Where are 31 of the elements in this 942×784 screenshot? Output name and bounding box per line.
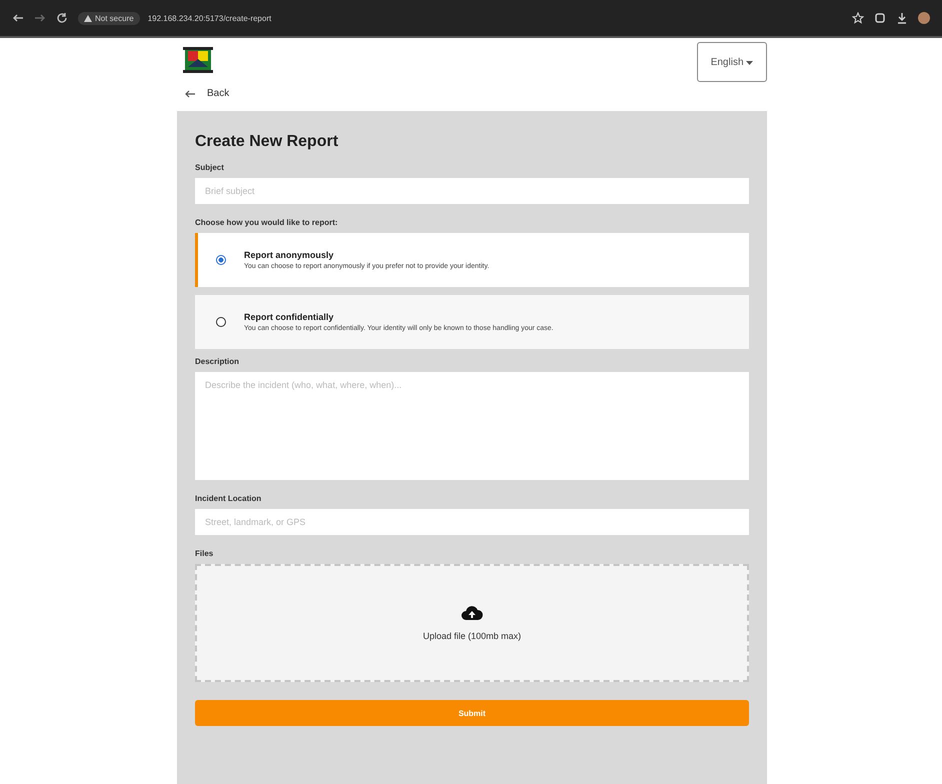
star-icon[interactable] xyxy=(852,12,864,24)
profile-avatar[interactable] xyxy=(918,12,930,24)
description-field[interactable]: Describe the incident (who, what, where, when)... xyxy=(195,372,749,480)
form-title: Create New Report xyxy=(195,133,340,151)
option-title: Report anonymously xyxy=(244,250,335,260)
url-text: 192.168.234.20:5173/create-report xyxy=(148,14,272,22)
address-bar[interactable]: Not secure 192.168.234.20:5173/create-report xyxy=(78,12,272,24)
field-label: Incident Location xyxy=(195,494,262,503)
reload-icon[interactable] xyxy=(56,12,68,24)
forward-arrow-icon[interactable] xyxy=(34,12,46,24)
upload-cloud-icon xyxy=(461,605,483,621)
radio-button[interactable] xyxy=(216,255,226,265)
field-label: Description xyxy=(195,357,240,366)
logo-icon xyxy=(183,45,213,75)
extension-icon[interactable] xyxy=(874,12,886,24)
option-title: Report confidentially xyxy=(244,312,335,322)
location-field[interactable]: Street, landmark, or GPS xyxy=(195,509,749,535)
field-label: Subject xyxy=(195,163,225,172)
field-label: Files xyxy=(195,549,214,558)
subject-field[interactable]: Brief subject xyxy=(195,178,749,204)
back-link[interactable]: Back xyxy=(185,88,230,99)
file-dropzone[interactable]: Upload file (100mb max) xyxy=(195,564,749,682)
download-icon[interactable] xyxy=(896,12,908,24)
upload-hint: Upload file (100mb max) xyxy=(422,631,522,641)
radio-button[interactable] xyxy=(216,317,226,327)
language-select[interactable]: English xyxy=(697,42,767,82)
back-arrow-icon[interactable] xyxy=(12,12,24,24)
caret-icon xyxy=(746,60,754,64)
field-label: Choose how you would like to report: xyxy=(195,218,339,227)
arrow-left-icon xyxy=(185,90,195,98)
security-badge[interactable]: Not secure xyxy=(78,12,140,24)
